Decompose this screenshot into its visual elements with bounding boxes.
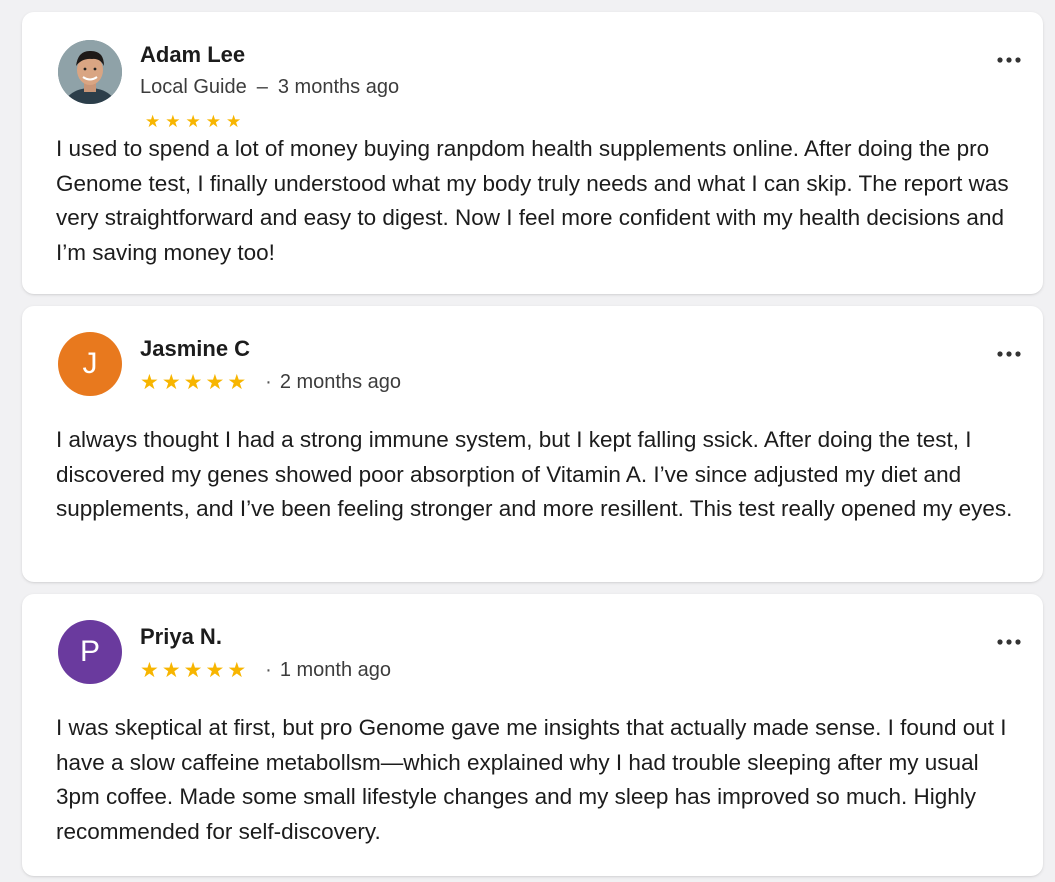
reviewer-name[interactable]: Priya N.	[140, 624, 222, 650]
star-icon: ★	[227, 659, 247, 682]
more-dots-icon	[997, 639, 1021, 645]
review-card: J Jasmine C ★ ★ ★ ★ ★ · 2 months ago I a…	[22, 306, 1043, 582]
star-icon: ★	[185, 112, 201, 131]
user-photo-icon	[58, 40, 122, 104]
review-card: Adam Lee Local Guide – 3 months ago ★ ★ …	[22, 12, 1043, 294]
star-icon: ★	[140, 371, 159, 394]
star-icon: ★	[183, 371, 203, 394]
more-options-button[interactable]	[997, 350, 1021, 358]
review-text: I was skeptical at first, but pro Genome…	[56, 715, 1007, 844]
star-icon: ★	[161, 371, 181, 394]
star-icon: ★	[140, 659, 159, 682]
more-dots-icon	[997, 351, 1021, 357]
review-card: P Priya N. ★ ★ ★ ★ ★ · 1 month ago I was…	[22, 594, 1043, 876]
star-icon: ★	[205, 371, 225, 394]
more-dots-icon	[997, 57, 1021, 63]
star-icon: ★	[205, 112, 221, 131]
avatar-letter: P	[79, 635, 100, 668]
reviewer-name[interactable]: Adam Lee	[140, 42, 245, 68]
avatar-letter: J	[82, 347, 98, 380]
avatar[interactable]: J	[58, 332, 122, 396]
star-icon: ★	[145, 112, 161, 131]
review-time: 3 months ago	[277, 76, 400, 98]
avatar[interactable]: P	[58, 620, 122, 684]
review-meta: ★ ★ ★ ★ ★ · 2 months ago	[140, 370, 401, 395]
review-meta: ★ ★ ★ ★ ★ · 1 month ago	[140, 658, 391, 683]
star-icon: ★	[165, 112, 181, 131]
star-icon: ★	[183, 659, 203, 682]
meta-separator: ·	[265, 659, 272, 681]
meta-separator: –	[256, 76, 268, 98]
local-guide-badge: Local Guide	[140, 76, 247, 98]
star-icon: ★	[205, 659, 225, 682]
reviewer-name[interactable]: Jasmine C	[140, 336, 250, 362]
star-rating: ★ ★ ★ ★ ★	[145, 112, 246, 132]
avatar[interactable]	[58, 40, 122, 104]
star-rating: ★ ★ ★ ★ ★	[140, 658, 249, 683]
star-icon: ★	[161, 659, 181, 682]
review-time: 2 months ago	[279, 371, 402, 393]
more-options-button[interactable]	[997, 56, 1021, 64]
meta-separator: ·	[265, 371, 272, 393]
star-rating: ★ ★ ★ ★ ★	[140, 370, 249, 395]
review-meta: Local Guide – 3 months ago	[140, 76, 399, 99]
review-time: 1 month ago	[279, 659, 392, 681]
star-icon: ★	[226, 112, 242, 131]
review-text: I used to spend a lot of money buying ra…	[56, 136, 1009, 265]
more-options-button[interactable]	[997, 638, 1021, 646]
review-text: I always thought I had a strong immune s…	[56, 427, 1013, 521]
star-icon: ★	[227, 371, 247, 394]
